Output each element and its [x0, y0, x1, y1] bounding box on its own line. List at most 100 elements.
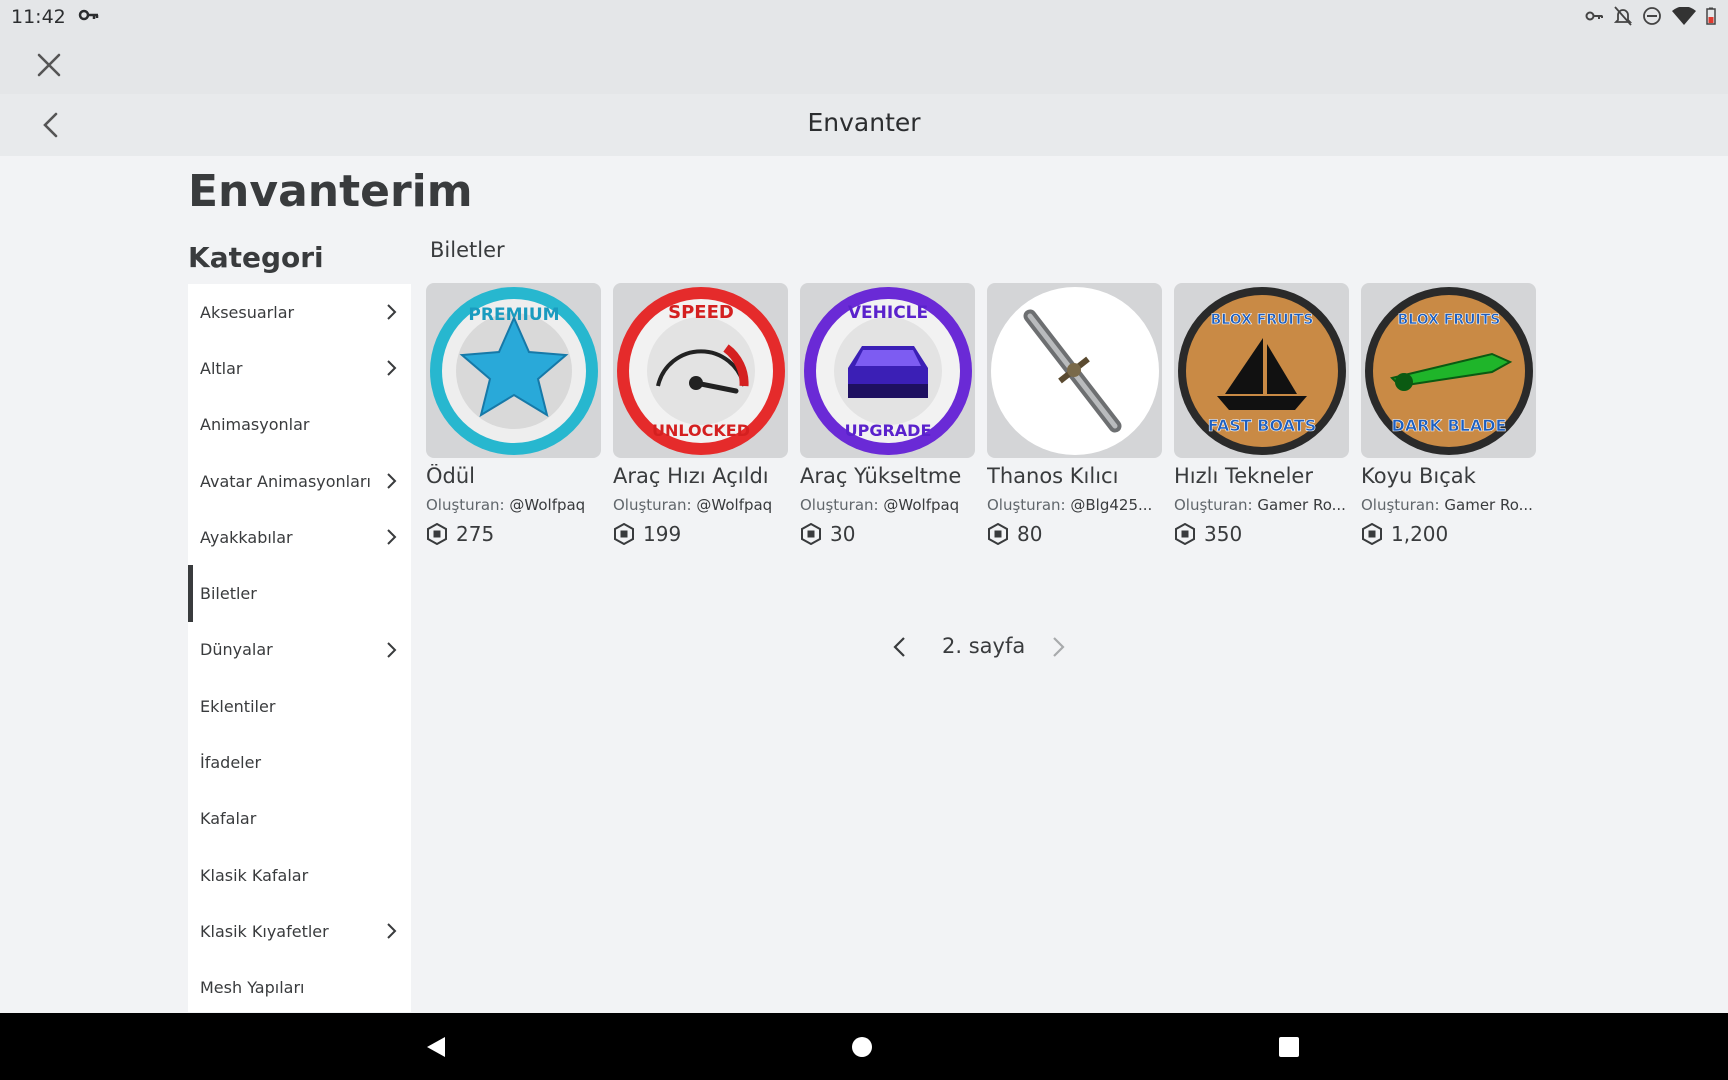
vehicle-badge-icon: VEHICLE UPGRADE	[803, 286, 972, 455]
sidebar-item-label: Mesh Yapıları	[200, 978, 305, 998]
item-grid: PREMIUM Ödül Oluşturan: @Wolfpaq 275 SPE…	[426, 283, 1536, 546]
price-value: 80	[1017, 522, 1043, 546]
item-thumbnail	[987, 283, 1162, 458]
item-name[interactable]: Koyu Bıçak	[1361, 464, 1536, 488]
item-price: 350	[1174, 522, 1349, 546]
item-thumbnail: BLOX FRUITS FAST BOATS	[1174, 283, 1349, 458]
robux-icon	[988, 523, 1008, 545]
robux-icon	[801, 523, 821, 545]
sidebar-item-label: Kafalar	[200, 809, 257, 829]
price-value: 1,200	[1391, 522, 1449, 546]
item-card[interactable]: PREMIUM Ödül Oluşturan: @Wolfpaq 275	[426, 283, 601, 546]
pagination: 2. sayfa	[890, 632, 1070, 662]
nav-back-icon[interactable]	[424, 1035, 448, 1063]
item-price: 80	[987, 522, 1162, 546]
badge-bottom-label: UNLOCKED	[652, 421, 750, 440]
item-creator: Oluşturan: Gamer Ro...	[1174, 496, 1349, 514]
item-name[interactable]: Hızlı Tekneler	[1174, 464, 1349, 488]
badge-top-label: SPEED	[668, 302, 734, 323]
creator-name[interactable]: @Blg425...	[1070, 496, 1152, 514]
creator-name[interactable]: @Wolfpaq	[696, 496, 772, 514]
sidebar-item[interactable]: Biletler	[188, 565, 411, 623]
chevron-right-icon	[383, 359, 399, 377]
sidebar-item[interactable]: Klasik Kafalar	[188, 847, 411, 903]
creator-name[interactable]: @Wolfpaq	[509, 496, 585, 514]
item-card[interactable]: Thanos Kılıcı Oluşturan: @Blg425... 80	[987, 283, 1162, 546]
sidebar-item-label: Aksesuarlar	[200, 302, 295, 322]
price-value: 275	[456, 522, 495, 546]
sidebar-item-label: Klasik Kıyafetler	[200, 921, 329, 941]
robux-icon	[1175, 523, 1195, 545]
item-price: 199	[613, 522, 788, 546]
item-price: 1,200	[1361, 522, 1536, 546]
item-thumbnail: PREMIUM	[426, 283, 601, 458]
robux-icon	[427, 523, 447, 545]
price-value: 30	[830, 522, 856, 546]
price-value: 199	[643, 522, 682, 546]
chevron-left-icon[interactable]	[890, 635, 910, 663]
sidebar-item[interactable]: Dünyalar	[188, 622, 411, 678]
item-card[interactable]: SPEED UNLOCKED Araç Hızı Açıldı Oluştura…	[613, 283, 788, 546]
creator-name[interactable]: @Wolfpaq	[883, 496, 959, 514]
nav-home-icon[interactable]	[852, 1037, 872, 1057]
creator-name[interactable]: Gamer Ro...	[1257, 496, 1346, 514]
sidebar-item[interactable]: Eklentiler	[188, 678, 411, 734]
creator-prefix: Oluşturan:	[613, 496, 692, 514]
nav-recents-icon[interactable]	[1279, 1037, 1299, 1057]
creator-prefix: Oluşturan:	[800, 496, 879, 514]
sidebar-item-label: İfadeler	[200, 753, 262, 773]
premium-star-badge-icon: PREMIUM	[429, 286, 598, 455]
sidebar-item[interactable]: Klasik Kıyafetler	[188, 903, 411, 959]
header-title: Envanter	[807, 108, 921, 137]
sidebar-item[interactable]: İfadeler	[188, 734, 411, 790]
title-bar: Envanter	[0, 94, 1728, 156]
item-name[interactable]: Thanos Kılıcı	[987, 464, 1162, 488]
sidebar-item[interactable]: Ayakkabılar	[188, 509, 411, 565]
chevron-right-icon	[383, 922, 399, 940]
close-icon[interactable]	[34, 50, 64, 80]
item-card[interactable]: BLOX FRUITS DARK BLADE Koyu Bıçak Oluştu…	[1361, 283, 1536, 546]
badge-top-label: BLOX FRUITS	[1397, 312, 1500, 328]
creator-name[interactable]: Gamer Ro...	[1444, 496, 1533, 514]
creator-prefix: Oluşturan:	[1174, 496, 1253, 514]
item-card[interactable]: VEHICLE UPGRADE Araç Yükseltme Oluşturan…	[800, 283, 975, 546]
item-creator: Oluşturan: @Blg425...	[987, 496, 1162, 514]
sidebar-item[interactable]: Aksesuarlar	[188, 284, 411, 340]
creator-prefix: Oluşturan:	[1361, 496, 1440, 514]
item-creator: Oluşturan: @Wolfpaq	[800, 496, 975, 514]
sidebar-item[interactable]: Avatar Animasyonları	[188, 453, 411, 509]
sidebar-item[interactable]: Kafalar	[188, 791, 411, 847]
vpn-key-icon	[1584, 7, 1604, 29]
section-title: Biletler	[430, 238, 505, 262]
status-time: 11:42	[11, 6, 66, 28]
notifications-off-icon	[1613, 6, 1633, 30]
robux-icon	[614, 523, 634, 545]
creator-prefix: Oluşturan:	[426, 496, 505, 514]
sidebar-item[interactable]: Mesh Yapıları	[188, 960, 411, 1012]
item-creator: Oluşturan: Gamer Ro...	[1361, 496, 1536, 514]
sidebar-item-label: Dünyalar	[200, 640, 273, 660]
item-creator: Oluşturan: @Wolfpaq	[613, 496, 788, 514]
fast-boats-badge-icon: BLOX FRUITS FAST BOATS	[1177, 286, 1346, 455]
chevron-right-icon[interactable]	[1048, 635, 1068, 663]
chevron-right-icon	[383, 641, 399, 659]
system-nav-bar	[0, 1013, 1728, 1080]
sidebar-item[interactable]: Altlar	[188, 340, 411, 396]
sidebar-item[interactable]: Animasyonlar	[188, 397, 411, 453]
chevron-right-icon	[383, 472, 399, 490]
category-title: Kategori	[188, 241, 324, 274]
item-name[interactable]: Ödül	[426, 464, 601, 488]
item-card[interactable]: BLOX FRUITS FAST BOATS Hızlı Tekneler Ol…	[1174, 283, 1349, 546]
do-not-disturb-icon	[1642, 6, 1662, 30]
item-name[interactable]: Araç Hızı Açıldı	[613, 464, 788, 488]
creator-prefix: Oluşturan:	[987, 496, 1066, 514]
wifi-icon	[1672, 6, 1696, 29]
sidebar-item-label: Altlar	[200, 358, 243, 378]
chevron-right-icon	[383, 303, 399, 321]
chevron-right-icon	[383, 528, 399, 546]
sidebar-item-label: Animasyonlar	[200, 415, 310, 435]
battery-icon	[1706, 7, 1716, 29]
sidebar-item-label: Klasik Kafalar	[200, 865, 309, 885]
item-price: 275	[426, 522, 601, 546]
item-name[interactable]: Araç Yükseltme	[800, 464, 975, 488]
